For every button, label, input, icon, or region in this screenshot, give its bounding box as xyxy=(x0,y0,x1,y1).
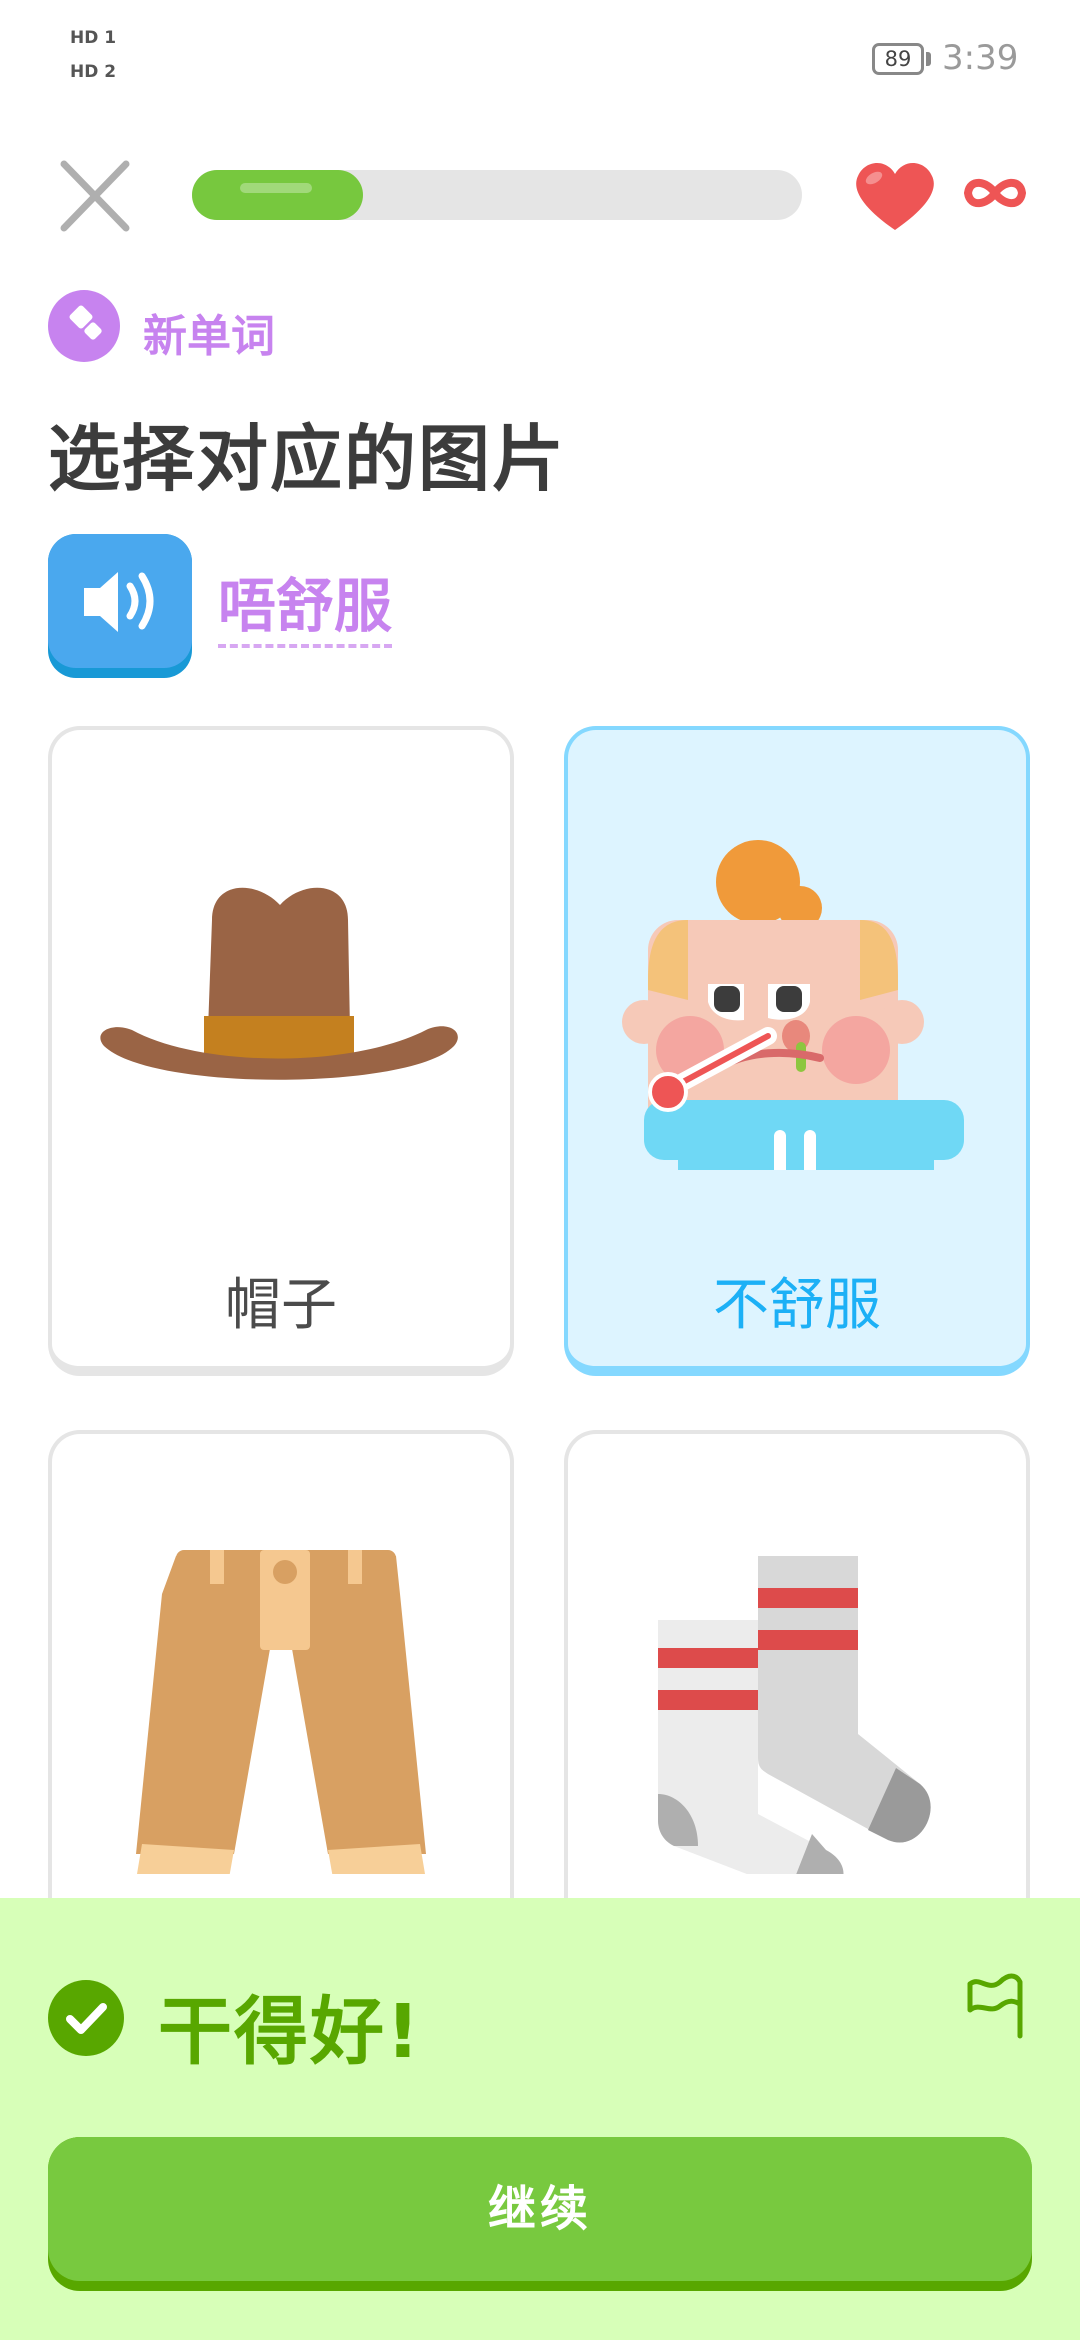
continue-button[interactable]: 继续 xyxy=(48,2137,1032,2281)
choice-label: 不舒服 xyxy=(713,1273,881,1338)
close-button[interactable] xyxy=(54,156,134,236)
hearts-indicator[interactable] xyxy=(850,156,940,236)
new-word-label: 新单词 xyxy=(143,311,275,362)
heart-icon xyxy=(856,162,934,230)
flag-icon xyxy=(967,1973,1023,2039)
sick-person-icon xyxy=(622,840,964,1170)
prompt-word[interactable]: 唔舒服 xyxy=(218,570,393,648)
checkmark-icon xyxy=(66,2003,107,2034)
close-icon xyxy=(60,160,130,232)
choice-card-hat[interactable]: 帽子 xyxy=(48,726,514,1376)
new-word-icon xyxy=(48,290,120,362)
socks-icon xyxy=(658,1556,931,1874)
page-title: 选择对应的图片 xyxy=(48,417,567,501)
lesson-progress-bar xyxy=(192,170,802,220)
audio-button[interactable] xyxy=(48,534,192,678)
clock: 3:39 xyxy=(942,38,1019,78)
battery-indicator: 89 xyxy=(872,43,924,75)
choice-card-sick[interactable]: 不舒服 xyxy=(564,726,1030,1376)
hd1-indicator: HD 1 xyxy=(70,28,117,48)
hd2-indicator: HD 2 xyxy=(70,62,117,82)
report-button[interactable] xyxy=(964,1968,1028,2040)
cowboy-hat-icon xyxy=(100,887,458,1080)
infinity-hearts: ∞ xyxy=(960,168,1030,218)
progress-shine xyxy=(240,183,312,193)
progress-fill xyxy=(192,170,363,220)
choice-label: 帽子 xyxy=(225,1273,337,1338)
audio-button-face xyxy=(48,534,192,668)
status-bar: HD 1 HD 2 89 3:39 xyxy=(0,0,1080,120)
infinity-icon xyxy=(964,178,1026,208)
sparkle-icon xyxy=(69,305,102,340)
battery-nub xyxy=(926,52,931,66)
feedback-message: 干得好! xyxy=(158,1989,422,2075)
correct-badge xyxy=(48,1980,124,2056)
speaker-icon xyxy=(84,572,154,632)
pants-icon xyxy=(136,1550,426,1874)
